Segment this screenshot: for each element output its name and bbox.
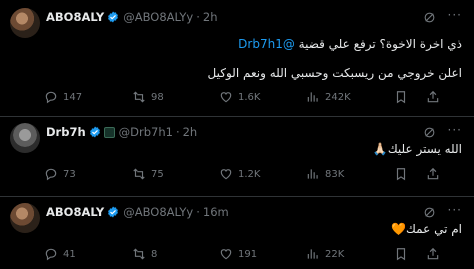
- reply-count: 73: [63, 168, 76, 180]
- views-count: 22K: [325, 248, 345, 260]
- timestamp[interactable]: 16m: [203, 205, 229, 219]
- mention-link[interactable]: @Drb7h1: [238, 37, 295, 51]
- tweet-text-line-1: ذي اخرة الاخوة؟ ترفع علي قضية @Drb7h1: [238, 36, 462, 52]
- divider: [0, 196, 474, 197]
- repost-button[interactable]: 98: [132, 90, 164, 104]
- reply-icon: [45, 248, 57, 261]
- tweet-header: ABO8ALY @ABO8ALYy · 16m: [46, 203, 229, 221]
- repost-icon: [133, 248, 145, 260]
- separator-dot: ·: [175, 125, 180, 139]
- views-count: 83K: [325, 168, 345, 180]
- share-icon: [427, 90, 439, 103]
- user-handle[interactable]: @ABO8ALYy: [123, 205, 193, 219]
- display-name[interactable]: Drb7h: [46, 125, 86, 139]
- repost-count: 75: [151, 168, 164, 180]
- repost-count: 8: [151, 248, 158, 260]
- tweet-text: الله يستر عليك🙏🏻: [372, 142, 462, 156]
- share-icon: [427, 167, 439, 180]
- user-handle[interactable]: @ABO8ALYy: [123, 10, 193, 24]
- tweet[interactable]: ABO8ALY @ABO8ALYy · 16m ··· ام تي عمك🧡 4…: [0, 203, 474, 267]
- reply-button[interactable]: 147: [44, 90, 82, 104]
- like-button[interactable]: 191: [219, 247, 257, 261]
- bookmark-icon: [396, 91, 406, 104]
- tweet-text: ام تي عمك🧡: [391, 222, 462, 236]
- tweet[interactable]: ABO8ALY @ABO8ALYy · 2h ··· ذي اخرة الاخو…: [0, 8, 474, 108]
- tweet-actions: 41 8 191 22K: [44, 247, 464, 263]
- share-icon: [427, 247, 439, 260]
- like-icon: [220, 249, 232, 260]
- bookmark-button[interactable]: [394, 167, 413, 181]
- tweet-text-line-2: اعلن خروجي من ريسبكت وحسبي الله ونعم الو…: [207, 66, 462, 80]
- views-count: 242K: [325, 91, 351, 103]
- repost-icon: [133, 168, 145, 180]
- like-icon: [220, 92, 232, 103]
- views-icon: [307, 249, 318, 259]
- bookmark-icon: [396, 168, 406, 181]
- like-button[interactable]: 1.6K: [219, 90, 260, 104]
- repost-button[interactable]: 8: [132, 247, 157, 261]
- share-button[interactable]: [426, 247, 445, 261]
- views-button[interactable]: 22K: [306, 247, 344, 261]
- tweet-text: ذي اخرة الاخوة؟ ترفع علي قضية: [298, 37, 462, 51]
- views-icon: [307, 169, 318, 179]
- reply-button[interactable]: 73: [44, 167, 76, 181]
- views-icon: [307, 92, 318, 102]
- tweet[interactable]: Drb7h @Drb7h1 · 2h ··· الله يستر عليك🙏🏻 …: [0, 123, 474, 189]
- views-button[interactable]: 242K: [306, 90, 351, 104]
- user-handle[interactable]: @Drb7h1: [119, 125, 173, 139]
- bookmark-button[interactable]: [394, 247, 413, 261]
- avatar[interactable]: [10, 203, 40, 233]
- display-name[interactable]: ABO8ALY: [46, 10, 104, 24]
- more-icon[interactable]: ···: [448, 203, 462, 217]
- grok-icon[interactable]: [423, 11, 436, 24]
- repost-count: 98: [151, 91, 164, 103]
- affiliate-badge-icon[interactable]: [103, 126, 115, 138]
- divider: [0, 116, 474, 117]
- reply-button[interactable]: 41: [44, 247, 76, 261]
- tweet-header: ABO8ALY @ABO8ALYy · 2h: [46, 8, 217, 26]
- bookmark-button[interactable]: [394, 90, 413, 104]
- share-button[interactable]: [426, 90, 445, 104]
- grok-icon[interactable]: [423, 126, 436, 139]
- views-button[interactable]: 83K: [306, 167, 344, 181]
- display-name[interactable]: ABO8ALY: [46, 205, 104, 219]
- separator-dot: ·: [196, 205, 200, 219]
- avatar[interactable]: [10, 123, 40, 153]
- like-count: 1.6K: [238, 91, 261, 103]
- like-icon: [220, 169, 232, 180]
- more-icon[interactable]: ···: [448, 123, 462, 137]
- grok-icon[interactable]: [423, 206, 436, 219]
- like-count: 1.2K: [238, 168, 261, 180]
- tweet-feed: ABO8ALY @ABO8ALYy · 2h ··· ذي اخرة الاخو…: [0, 0, 474, 269]
- separator-dot: ·: [196, 10, 200, 24]
- like-button[interactable]: 1.2K: [219, 167, 260, 181]
- verified-icon: [108, 11, 119, 23]
- tweet-header: Drb7h @Drb7h1 · 2h: [46, 123, 197, 141]
- timestamp[interactable]: 2h: [183, 125, 198, 139]
- avatar[interactable]: [10, 8, 40, 38]
- reply-icon: [45, 91, 57, 104]
- repost-icon: [133, 91, 145, 103]
- timestamp[interactable]: 2h: [203, 10, 218, 24]
- verified-icon: [108, 206, 119, 218]
- more-icon[interactable]: ···: [448, 8, 462, 22]
- bookmark-icon: [396, 248, 406, 261]
- verified-icon: [89, 126, 100, 138]
- reply-icon: [45, 168, 57, 181]
- tweet-actions: 73 75 1.2K 83K: [44, 167, 464, 183]
- share-button[interactable]: [426, 167, 445, 181]
- reply-count: 147: [63, 91, 83, 103]
- repost-button[interactable]: 75: [132, 167, 164, 181]
- like-count: 191: [238, 248, 258, 260]
- tweet-actions: 147 98 1.6K 242K: [44, 90, 464, 106]
- reply-count: 41: [63, 248, 76, 260]
